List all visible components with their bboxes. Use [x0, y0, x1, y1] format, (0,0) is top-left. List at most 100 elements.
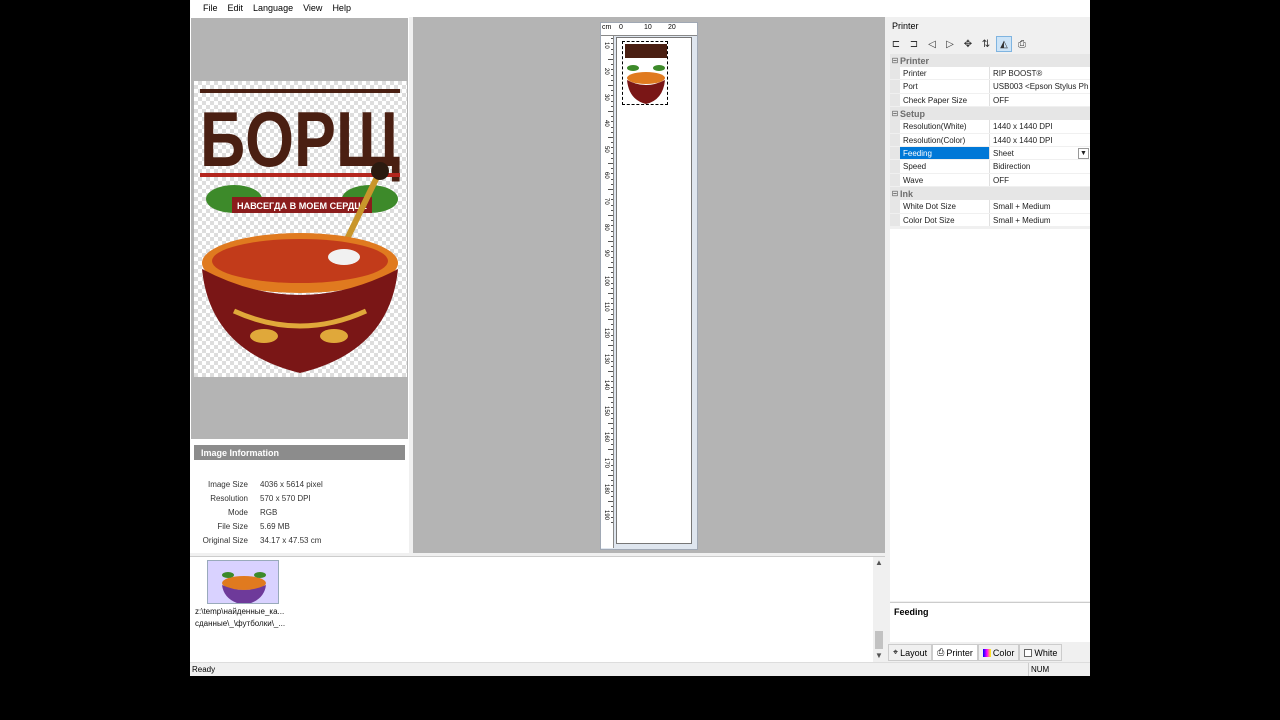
- thumbnail-caption-line2: сданные\_\футболки\_...: [195, 619, 286, 628]
- scroll-thumb[interactable]: [875, 631, 883, 649]
- ruler-tick: [611, 287, 613, 289]
- property-row[interactable]: Speed Bidirection: [890, 160, 1090, 174]
- ruler-tick: [611, 407, 613, 409]
- ruler-tick: [611, 365, 613, 367]
- panel-tabs: ⌖ Layout ⎙ Printer Color White: [888, 644, 1063, 661]
- chevron-down-icon[interactable]: ▼: [1078, 147, 1089, 159]
- ruler-tick: [611, 43, 613, 45]
- ruler-tick: [611, 157, 613, 159]
- property-value[interactable]: Small + Medium: [990, 214, 1090, 226]
- ruler-tick: [611, 48, 613, 50]
- property-row[interactable]: Port USB003 <Epson Stylus Ph: [890, 80, 1090, 94]
- property-value[interactable]: 1440 x 1440 DPI: [990, 134, 1090, 146]
- tab-white[interactable]: White: [1019, 644, 1063, 661]
- scroll-down-icon[interactable]: ▼: [873, 650, 885, 662]
- align-top-left-icon[interactable]: ⊏: [888, 36, 904, 52]
- property-value[interactable]: 1440 x 1440 DPI: [990, 120, 1090, 132]
- ruler-tick: [611, 38, 613, 40]
- property-row[interactable]: Wave OFF: [890, 173, 1090, 188]
- ruler-tick: [611, 251, 613, 253]
- ruler-tick: [611, 464, 613, 466]
- scroll-up-icon[interactable]: ▲: [873, 557, 885, 569]
- ruler-tick: [611, 116, 613, 118]
- status-text: Ready: [192, 665, 216, 674]
- image-info-body: Image Size 4036 x 5614 pixel Resolution …: [190, 469, 408, 553]
- collapse-icon[interactable]: ⊟: [890, 107, 900, 120]
- menu-file[interactable]: File: [198, 0, 223, 17]
- ruler-tick: [611, 74, 613, 76]
- art-banner-text: НАВСЕГДА В МОЕМ СЕРДЦЕ: [237, 201, 367, 211]
- printer-icon: ⎙: [937, 647, 945, 657]
- move-left-icon[interactable]: ◁: [924, 36, 940, 52]
- property-value[interactable]: OFF: [990, 174, 1090, 186]
- preview-area: БОРЩ НАВСЕГДА В МОЕМ СЕРДЦЕ: [191, 18, 408, 439]
- menu-help[interactable]: Help: [327, 0, 356, 17]
- property-row[interactable]: Color Dot Size Small + Medium: [890, 213, 1090, 227]
- ruler-tick: [611, 246, 613, 248]
- ruler-tick: [608, 423, 613, 424]
- category-setup[interactable]: ⊟ Setup: [890, 107, 1090, 121]
- ruler-tick: [608, 59, 613, 60]
- layout-canvas[interactable]: cm 0 10 20 10 20 30 40 50 60 70 80 90 100 110 120 13…: [413, 17, 885, 553]
- ruler-tick: [611, 443, 613, 445]
- ruler-left-label: 50: [603, 146, 609, 153]
- ruler-tick: [608, 111, 613, 112]
- ruler-tick: [611, 402, 613, 404]
- ruler-tick: [611, 433, 613, 435]
- collapse-icon[interactable]: ⊟: [890, 54, 900, 67]
- thumbnail-scrollbar[interactable]: ▲ ▼: [873, 557, 885, 663]
- tab-color[interactable]: Color: [977, 644, 1020, 661]
- ruler-tick: [611, 230, 613, 232]
- placed-image[interactable]: [622, 41, 668, 105]
- menu-language[interactable]: Language: [248, 0, 298, 17]
- menu-edit[interactable]: Edit: [223, 0, 249, 17]
- property-row[interactable]: Resolution(White) 1440 x 1440 DPI: [890, 120, 1090, 134]
- ruler-tick: [608, 215, 613, 216]
- tab-printer[interactable]: ⎙ Printer: [932, 644, 978, 661]
- property-value[interactable]: OFF: [990, 94, 1090, 106]
- image-thumbnail[interactable]: [207, 560, 279, 604]
- property-value[interactable]: Small + Medium: [990, 200, 1090, 212]
- thumbnail-caption-line1: z:\temp\найденные_ка...: [195, 607, 285, 616]
- info-label: Image Size: [207, 480, 248, 489]
- property-row[interactable]: Printer RIP BOOST®: [890, 67, 1090, 81]
- property-value[interactable]: Bidirection: [990, 160, 1090, 172]
- print-icon[interactable]: ⎙: [1014, 36, 1030, 52]
- category-printer[interactable]: ⊟ Printer: [890, 54, 1090, 67]
- ruler-tick: [611, 355, 613, 357]
- property-value[interactable]: USB003 <Epson Stylus Ph: [990, 80, 1090, 92]
- ruler-tick: [608, 475, 613, 476]
- ruler-tick: [611, 511, 613, 513]
- ruler-tick: [611, 69, 613, 71]
- property-row-selected[interactable]: Feeding Sheet ▼: [890, 146, 1090, 161]
- ruler-tick: [608, 137, 613, 138]
- placed-artwork-thumbnail: [625, 44, 667, 104]
- preview-image[interactable]: БОРЩ НАВСЕГДА В МОЕМ СЕРДЦЕ: [194, 81, 407, 377]
- align-top-right-icon[interactable]: ⊐: [906, 36, 922, 52]
- menu-view[interactable]: View: [298, 0, 327, 17]
- ruler-top-label: 10: [644, 24, 652, 31]
- print-bed-frame: cm 0 10 20 10 20 30 40 50 60 70 80 90 100 110 120 13…: [600, 22, 698, 550]
- mirror-icon[interactable]: ◭: [996, 36, 1012, 52]
- ruler-tick: [611, 469, 613, 471]
- center-icon[interactable]: ✥: [960, 36, 976, 52]
- property-value[interactable]: RIP BOOST®: [990, 67, 1090, 79]
- info-row-file-size: File Size 5.69 MB: [190, 522, 408, 534]
- move-right-icon[interactable]: ▷: [942, 36, 958, 52]
- property-row[interactable]: White Dot Size Small + Medium: [890, 200, 1090, 214]
- property-row[interactable]: Check Paper Size OFF: [890, 93, 1090, 108]
- ruler-left-label: 100: [603, 276, 609, 287]
- ruler-tick: [611, 454, 613, 456]
- collapse-icon[interactable]: ⊟: [890, 187, 900, 200]
- properties-toolbar: ⊏ ⊐ ◁ ▷ ✥ ⇅ ◭ ⎙: [888, 36, 1030, 52]
- menu-bar: File Edit Language View Help: [190, 0, 1090, 17]
- feeding-dropdown[interactable]: Sheet ▼: [990, 147, 1090, 159]
- property-row[interactable]: Resolution(Color) 1440 x 1440 DPI: [890, 133, 1090, 147]
- info-row-mode: Mode RGB: [190, 508, 408, 520]
- tab-layout[interactable]: ⌖ Layout: [888, 644, 933, 661]
- category-ink[interactable]: ⊟ Ink: [890, 187, 1090, 201]
- ruler-tick: [611, 225, 613, 227]
- ruler-tick: [608, 319, 613, 320]
- ruler-tick: [611, 194, 613, 196]
- flip-icon[interactable]: ⇅: [978, 36, 994, 52]
